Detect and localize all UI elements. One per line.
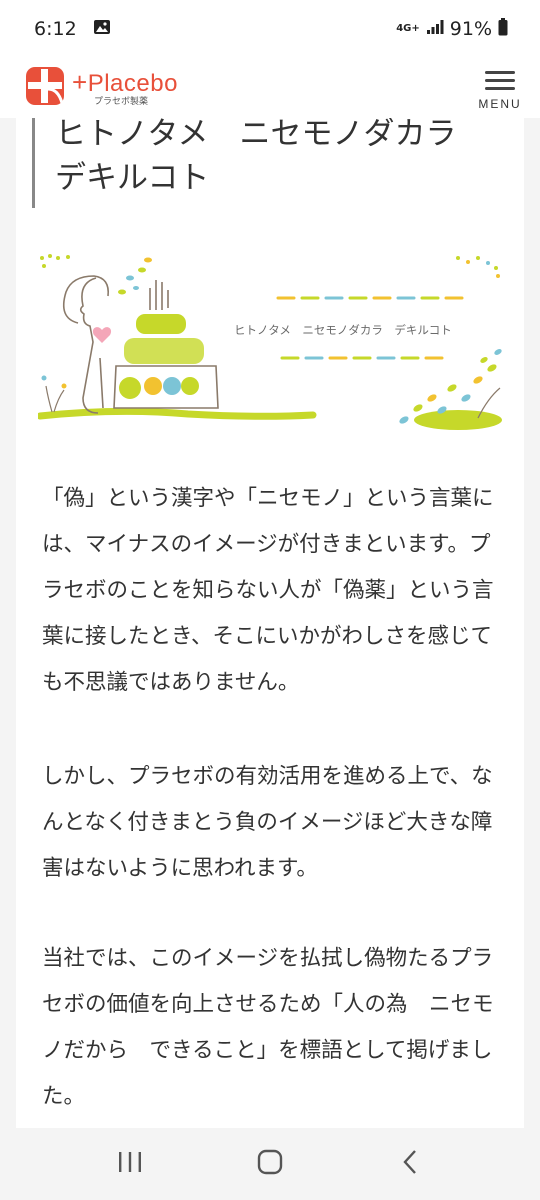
recent-apps-icon (117, 1150, 143, 1178)
heading-line-1: ヒトノタメ ニセモノダカラ (55, 118, 457, 152)
logo-subtitle: プラセボ製薬 (94, 97, 149, 107)
recent-apps-button[interactable] (100, 1134, 160, 1194)
back-icon (400, 1149, 420, 1179)
article-paragraph-1: 「偽」という漢字や「ニセモノ」という言葉には、マイナスのイメージが付きまといます… (42, 486, 494, 695)
placebo-logo-icon (24, 65, 66, 111)
article-content: ヒトノタメ ニセモノダカラ デキルコト ヒトノタメ ニセモノダカラ デキルコト … (16, 118, 524, 1128)
status-time: 6:12 (34, 18, 77, 40)
hamburger-icon (485, 66, 515, 95)
home-icon (257, 1149, 283, 1179)
status-bar: 6:12 4G+ 91% (0, 0, 540, 58)
hero-caption: ヒトノタメ ニセモノダカラ デキルコト (234, 323, 452, 337)
gallery-icon (93, 18, 111, 40)
menu-label: MENU (478, 96, 522, 111)
site-logo[interactable]: +Placebo プラセボ製薬 (24, 65, 178, 111)
signal-icon (426, 18, 444, 40)
article-paragraph-3: 当社では、このイメージを払拭し偽物たるプラセボの価値を向上させるため「人の為 ニ… (42, 946, 494, 1109)
system-nav-bar (0, 1128, 540, 1200)
back-button[interactable] (380, 1134, 440, 1194)
article-paragraph-2: しかし、プラセボの有効活用を進める上で、なんとなく付きまとう負のイメージほど大き… (42, 764, 493, 881)
battery-text: 91% (449, 18, 492, 40)
site-header: +Placebo プラセボ製薬 MENU (0, 58, 540, 118)
home-button[interactable] (240, 1134, 300, 1194)
article-heading: ヒトノタメ ニセモノダカラ デキルコト (32, 118, 502, 208)
logo-name: +Placebo (72, 67, 178, 97)
menu-button[interactable]: MENU (470, 66, 530, 111)
heading-line-2: デキルコト (55, 160, 210, 196)
battery-icon (498, 17, 508, 41)
network-indicator: 4G+ (396, 23, 420, 34)
hero-illustration: ヒトノタメ ニセモノダカラ デキルコト (36, 248, 504, 438)
